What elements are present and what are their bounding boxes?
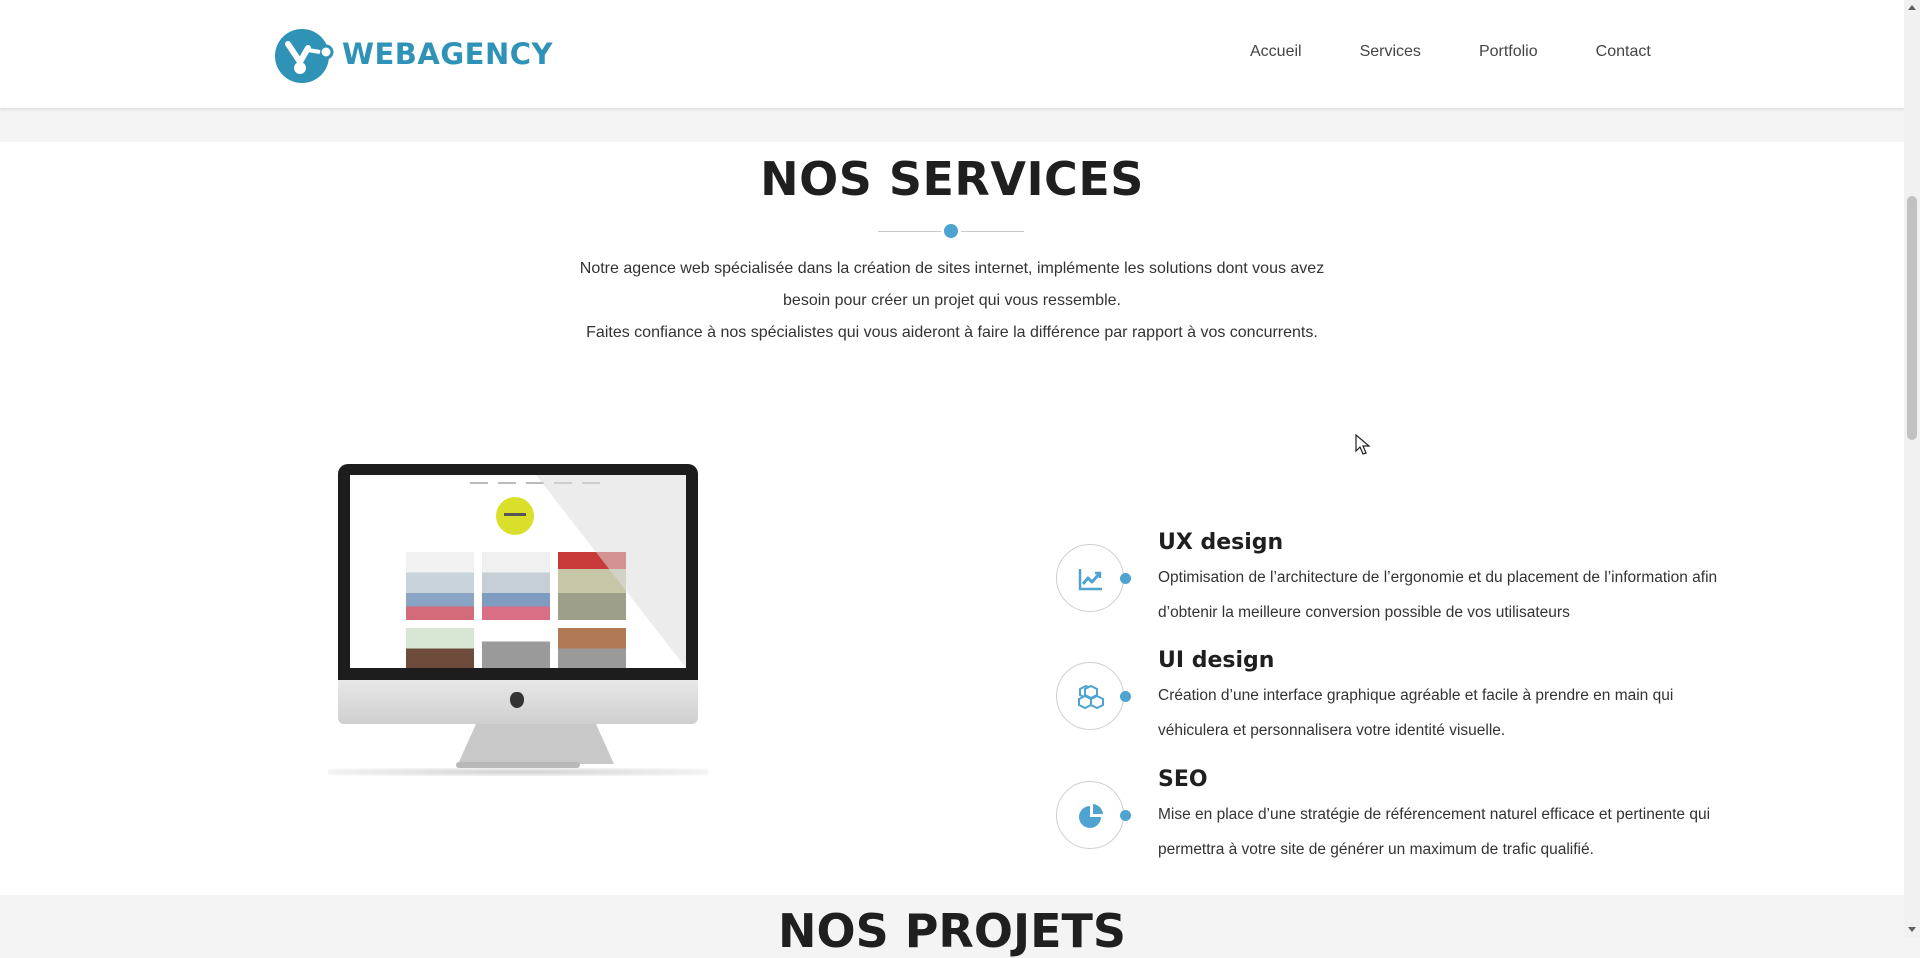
divider-line-right [961, 231, 1024, 232]
main-nav: Accueil Services Portfolio Contact [1250, 43, 1651, 61]
chart-line-icon [1078, 569, 1102, 591]
logo-mark-icon [275, 29, 334, 83]
cubes-icon [1078, 684, 1104, 710]
service-bullet [1120, 810, 1131, 821]
screen-glare [536, 475, 686, 668]
imac-bezel [338, 464, 698, 680]
logo-link[interactable]: WEBAGENCY [274, 24, 553, 84]
scroll-up-icon[interactable] [1908, 5, 1916, 10]
imac-screen [350, 475, 686, 668]
imac-shadow [328, 768, 708, 776]
services-section: NOS SERVICES Notre agence web spécialisé… [0, 142, 1904, 895]
service-bullet [1120, 573, 1131, 584]
service-description: Mise en place d’une stratégie de référen… [1158, 806, 1711, 858]
scroll-down-icon[interactable] [1908, 927, 1916, 932]
service-icon-ring [1056, 781, 1124, 849]
service-bullet [1120, 691, 1131, 702]
services-intro: Notre agence web spécialisée dans la cré… [560, 253, 1344, 349]
projects-title: NOS PROJETS [777, 904, 1127, 958]
logo-text: WEBAGENCY [342, 37, 554, 71]
service-description: Optimisation de l’architecture de l’ergo… [1158, 569, 1718, 621]
service-title: UI design [1158, 648, 1275, 673]
divider-dot [944, 224, 958, 238]
service-icon-ring [1056, 662, 1124, 730]
intro-paragraph-2: Faites confiance à nos spécialistes qui … [586, 324, 1318, 341]
nav-link-accueil[interactable]: Accueil [1250, 43, 1302, 61]
nav-link-contact[interactable]: Contact [1596, 43, 1651, 61]
service-icon-ring [1056, 544, 1124, 612]
imac-stand [458, 724, 614, 764]
intro-paragraph-1: Notre agence web spécialisée dans la cré… [579, 260, 1325, 309]
nav-link-portfolio[interactable]: Portfolio [1479, 43, 1538, 61]
nav-link-services[interactable]: Services [1360, 43, 1421, 61]
mini-site-logo [496, 497, 534, 535]
imac-illustration [328, 462, 708, 776]
mouse-cursor-icon [1355, 434, 1371, 455]
divider-line-left [878, 231, 941, 232]
imac-chin [338, 680, 698, 724]
service-description: Création d’une interface graphique agréa… [1158, 687, 1674, 739]
service-item-seo: SEO Mise en place d’une stratégie de réf… [1056, 767, 1736, 867]
service-title: SEO [1158, 767, 1208, 792]
title-divider [878, 224, 1024, 238]
service-item-ux: UX design Optimisation de l’architecture… [1056, 530, 1736, 630]
mini-site-photo [406, 628, 474, 668]
apple-logo-icon [510, 692, 524, 708]
pie-chart-icon [1079, 804, 1103, 828]
service-title: UX design [1158, 530, 1284, 555]
service-item-ui: UI design Création d’une interface graph… [1056, 648, 1736, 748]
page-scrollbar[interactable] [1904, 0, 1920, 937]
services-title: NOS SERVICES [760, 152, 1144, 206]
mini-site-photo [406, 552, 474, 620]
scrollbar-thumb[interactable] [1907, 196, 1917, 440]
site-header: WEBAGENCY Accueil Services Portfolio Con… [0, 0, 1904, 108]
